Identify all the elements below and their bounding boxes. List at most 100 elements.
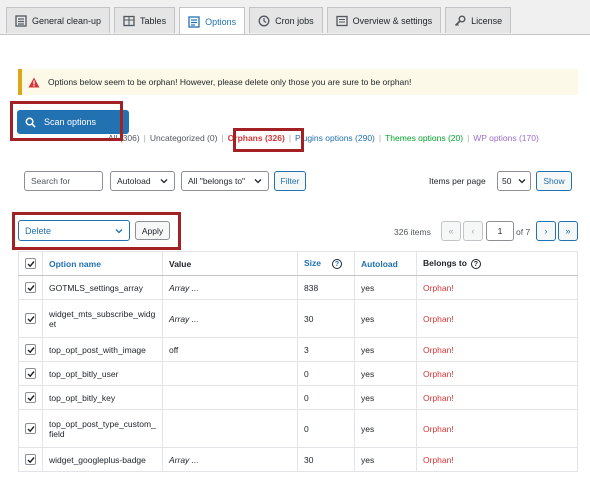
row-checkbox[interactable] <box>25 344 36 356</box>
checkmark-icon <box>27 371 35 378</box>
option-value-cell[interactable]: Array ... <box>162 447 298 472</box>
tab-cron-jobs[interactable]: Cron jobs <box>249 7 323 33</box>
next-page-button[interactable]: › <box>536 221 556 241</box>
table-row: widget_googleplus-badge Array ... 30 yes… <box>18 447 578 472</box>
table-row: top_opt_post_with_image off 3 yes Orphan… <box>18 337 578 362</box>
tab-overview-settings[interactable]: Overview & settings <box>326 7 442 33</box>
column-size-label: Size <box>304 258 322 269</box>
tab-general-cleanup[interactable]: General clean-up <box>6 7 111 33</box>
column-autoload[interactable]: Autoload <box>354 251 417 276</box>
option-name-cell: top_opt_bitly_user <box>42 361 163 386</box>
option-value-cell[interactable]: Array ... <box>162 299 298 338</box>
row-checkbox-cell <box>18 385 43 410</box>
option-autoload-cell: yes <box>354 275 417 300</box>
search-placeholder: Search for <box>31 176 71 186</box>
prev-page-button[interactable]: ‹ <box>463 221 483 241</box>
tab-tables[interactable]: Tables <box>114 7 176 33</box>
option-autoload-cell: yes <box>354 361 417 386</box>
autoload-select-value: Autoload <box>117 176 151 186</box>
option-belongs-cell: Orphan! <box>416 361 578 386</box>
column-value: Value <box>162 251 298 276</box>
apply-button[interactable]: Apply <box>135 221 170 240</box>
option-belongs-cell: Orphan! <box>416 299 578 338</box>
row-checkbox-cell <box>18 299 43 338</box>
help-icon[interactable]: ? <box>332 258 343 269</box>
help-icon[interactable]: ? <box>470 258 481 269</box>
filter-orphans-link[interactable]: Orphans (326) <box>228 133 285 143</box>
separator: | <box>221 133 224 143</box>
checkmark-icon <box>27 316 35 323</box>
select-all-checkbox[interactable] <box>25 258 36 270</box>
checkmark-icon <box>27 285 35 292</box>
first-page-button[interactable]: « <box>441 221 461 241</box>
row-checkbox[interactable] <box>25 282 36 294</box>
row-checkbox[interactable] <box>25 392 36 404</box>
last-page-button[interactable]: » <box>558 221 578 241</box>
total-pages: of 7 <box>516 227 531 237</box>
column-belongs-to: Belongs to? <box>416 251 578 276</box>
filter-all-link[interactable]: All (306) <box>108 133 140 143</box>
filter-plugins-link[interactable]: Plugins options (290) <box>295 133 375 143</box>
option-size-cell: 0 <box>297 361 355 386</box>
separator: | <box>467 133 470 143</box>
tab-label: General clean-up <box>32 15 102 26</box>
option-belongs-cell: Orphan! <box>416 385 578 410</box>
autoload-select[interactable]: Autoload <box>110 171 175 191</box>
row-checkbox-cell <box>18 275 43 300</box>
current-page-input[interactable]: 1 <box>486 221 514 241</box>
filter-button-label: Filter <box>280 176 300 186</box>
show-button[interactable]: Show <box>536 171 572 191</box>
items-per-page-select[interactable]: 50 <box>497 171 531 191</box>
option-value-cell[interactable]: Array ... <box>162 275 298 300</box>
filter-themes-link[interactable]: Themes options (20) <box>385 133 463 143</box>
option-value-cell: off <box>162 337 298 362</box>
option-size-cell: 30 <box>297 299 355 338</box>
clock-icon <box>258 15 270 26</box>
belongs-to-select[interactable]: All "belongs to" <box>181 171 269 191</box>
filter-button[interactable]: Filter <box>274 171 306 191</box>
tab-bar: General clean-up Tables Options Cron job… <box>6 7 515 35</box>
option-belongs-cell: Orphan! <box>416 447 578 472</box>
tab-label: Cron jobs <box>275 15 314 26</box>
row-checkbox[interactable] <box>25 454 36 466</box>
chevron-down-icon <box>518 179 526 184</box>
column-option-name[interactable]: Option name <box>42 251 163 276</box>
row-checkbox[interactable] <box>25 313 36 325</box>
option-value-cell <box>162 385 298 410</box>
overview-icon <box>335 15 348 26</box>
filter-wp-link[interactable]: WP options (170) <box>473 133 539 143</box>
key-icon <box>455 15 466 26</box>
scan-options-button[interactable]: Scan options <box>17 110 129 134</box>
checkmark-icon <box>27 395 35 402</box>
row-checkbox-cell <box>18 447 43 472</box>
broom-icon <box>15 14 27 27</box>
tab-options[interactable]: Options <box>179 7 246 35</box>
row-checkbox[interactable] <box>25 368 36 380</box>
tab-label: Overview & settings <box>352 15 433 26</box>
chevron-down-icon <box>115 228 123 233</box>
search-input[interactable]: Search for <box>24 171 103 191</box>
option-name-cell: widget_mts_subscribe_widget <box>42 299 163 338</box>
notice-text: Options below seem to be orphan! However… <box>48 77 412 87</box>
tab-label: Tables <box>140 15 167 26</box>
bulk-action-select[interactable]: Delete <box>18 220 130 241</box>
option-autoload-cell: yes <box>354 299 417 338</box>
category-filter-links: All (306) | Uncategorized (0) | Orphans (326… <box>108 133 539 143</box>
filter-uncategorized-link[interactable]: Uncategorized (0) <box>150 133 218 143</box>
search-icon <box>25 117 36 128</box>
option-autoload-cell: yes <box>354 337 417 362</box>
row-checkbox-cell <box>18 337 43 362</box>
option-value-cell <box>162 361 298 386</box>
option-size-cell: 0 <box>297 385 355 410</box>
tab-license[interactable]: License <box>445 7 512 33</box>
row-checkbox[interactable] <box>25 423 36 435</box>
apply-button-label: Apply <box>141 225 164 236</box>
table-row: top_opt_post_type_custom_field 0 yes Orp… <box>18 409 578 448</box>
option-name-cell: GOTMLS_settings_array <box>42 275 163 300</box>
row-checkbox-cell <box>18 409 43 448</box>
table-icon <box>123 15 135 26</box>
option-name-cell: top_opt_bitly_key <box>42 385 163 410</box>
column-size[interactable]: Size? <box>297 251 355 276</box>
option-belongs-cell: Orphan! <box>416 337 578 362</box>
tab-label: Options <box>205 16 237 27</box>
